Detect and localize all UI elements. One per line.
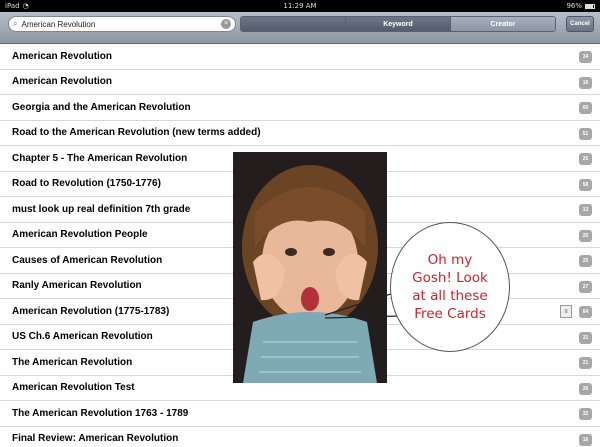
card-count-badge: 27 (579, 280, 592, 293)
result-title: Ranly American Revolution (12, 280, 142, 292)
result-title: must look up real definition 7th grade (12, 203, 191, 215)
bubble-line-1: Oh my (427, 252, 473, 268)
result-title: American Revolution (12, 76, 113, 88)
bubble-line-2: Gosh! Look (412, 270, 488, 286)
result-title: The American Revolution 1763 - 1789 (12, 407, 189, 419)
card-count-badge: 26 (579, 382, 592, 395)
child-photo-illustration (233, 152, 387, 383)
search-input[interactable]: ⌕ American Revolution × (8, 16, 236, 32)
result-title: Road to Revolution (1750-1776) (12, 178, 161, 190)
result-title: Final Review: American Revolution (12, 433, 179, 445)
status-time: 11:29 AM (283, 2, 317, 10)
result-row[interactable]: American Revolution 34 (0, 44, 600, 70)
result-title: Chapter 5 - The American Revolution (12, 152, 188, 164)
card-count-badge: 32 (579, 408, 592, 420)
card-count-badge: 58 (579, 178, 592, 191)
result-title: Georgia and the American Revolution (12, 101, 191, 113)
battery-percent: 96% (566, 2, 582, 10)
result-title: US Ch.6 American Revolution (12, 331, 153, 343)
battery-icon (585, 3, 595, 9)
cancel-button[interactable]: Cancel (566, 16, 594, 32)
status-right: 96% (566, 2, 595, 10)
result-title: Causes of American Revolution (12, 254, 163, 266)
result-row[interactable]: Final Review: American Revolution 16 (0, 427, 600, 447)
segment-keyword[interactable]: Keyword (345, 17, 450, 31)
card-count-badge: 20 (579, 229, 592, 242)
search-scope-segmented-control: Keyword Creator (240, 16, 556, 32)
result-row[interactable]: Road to the American Revolution (new ter… (0, 121, 600, 146)
result-title: American Revolution (1775-1783) (12, 305, 170, 317)
bubble-line-3: at all these (412, 288, 488, 304)
speech-bubble-text: Oh my Gosh! Look at all these Free Cards (412, 251, 488, 323)
status-bar: iPad ◔ 11:29 AM 96% (0, 0, 600, 12)
result-title: American Revolution Test (12, 382, 135, 394)
card-count-badge: 13 (579, 204, 592, 216)
clear-search-icon[interactable]: × (221, 19, 231, 29)
card-count-badge: 34 (579, 51, 592, 63)
card-count-badge: 25 (579, 255, 592, 267)
note-icon[interactable]: ≡ (560, 305, 572, 318)
status-left: iPad ◔ (5, 2, 29, 10)
card-count-badge: 31 (579, 331, 592, 344)
wifi-icon: ◔ (22, 2, 29, 10)
search-icon: ⌕ (13, 19, 18, 28)
segment-blank[interactable] (241, 17, 345, 31)
card-count-badge: 64 (579, 306, 592, 318)
card-count-badge: 16 (579, 433, 592, 446)
result-row[interactable]: American Revolution 16 (0, 70, 600, 95)
speech-bubble: Oh my Gosh! Look at all these Free Cards (390, 222, 510, 352)
segment-creator[interactable]: Creator (450, 17, 555, 31)
result-row[interactable]: Georgia and the American Revolution 60 (0, 95, 600, 121)
result-row[interactable]: The American Revolution 1763 - 1789 32 (0, 401, 600, 427)
search-input-value: American Revolution (21, 19, 96, 29)
search-toolbar: ⌕ American Revolution × Keyword Creator … (0, 12, 600, 44)
result-title: American Revolution (12, 50, 113, 62)
card-count-badge: 21 (579, 357, 592, 369)
card-count-badge: 25 (579, 153, 592, 165)
card-count-badge: 51 (579, 127, 592, 140)
result-title: Road to the American Revolution (new ter… (12, 127, 261, 139)
card-count-badge: 16 (579, 76, 592, 89)
bubble-line-4: Free Cards (414, 306, 486, 322)
card-count-badge: 60 (579, 102, 592, 114)
result-title: The American Revolution (12, 356, 133, 368)
child-photo (233, 152, 387, 383)
result-title: American Revolution People (12, 229, 148, 241)
device-label: iPad (5, 2, 20, 10)
